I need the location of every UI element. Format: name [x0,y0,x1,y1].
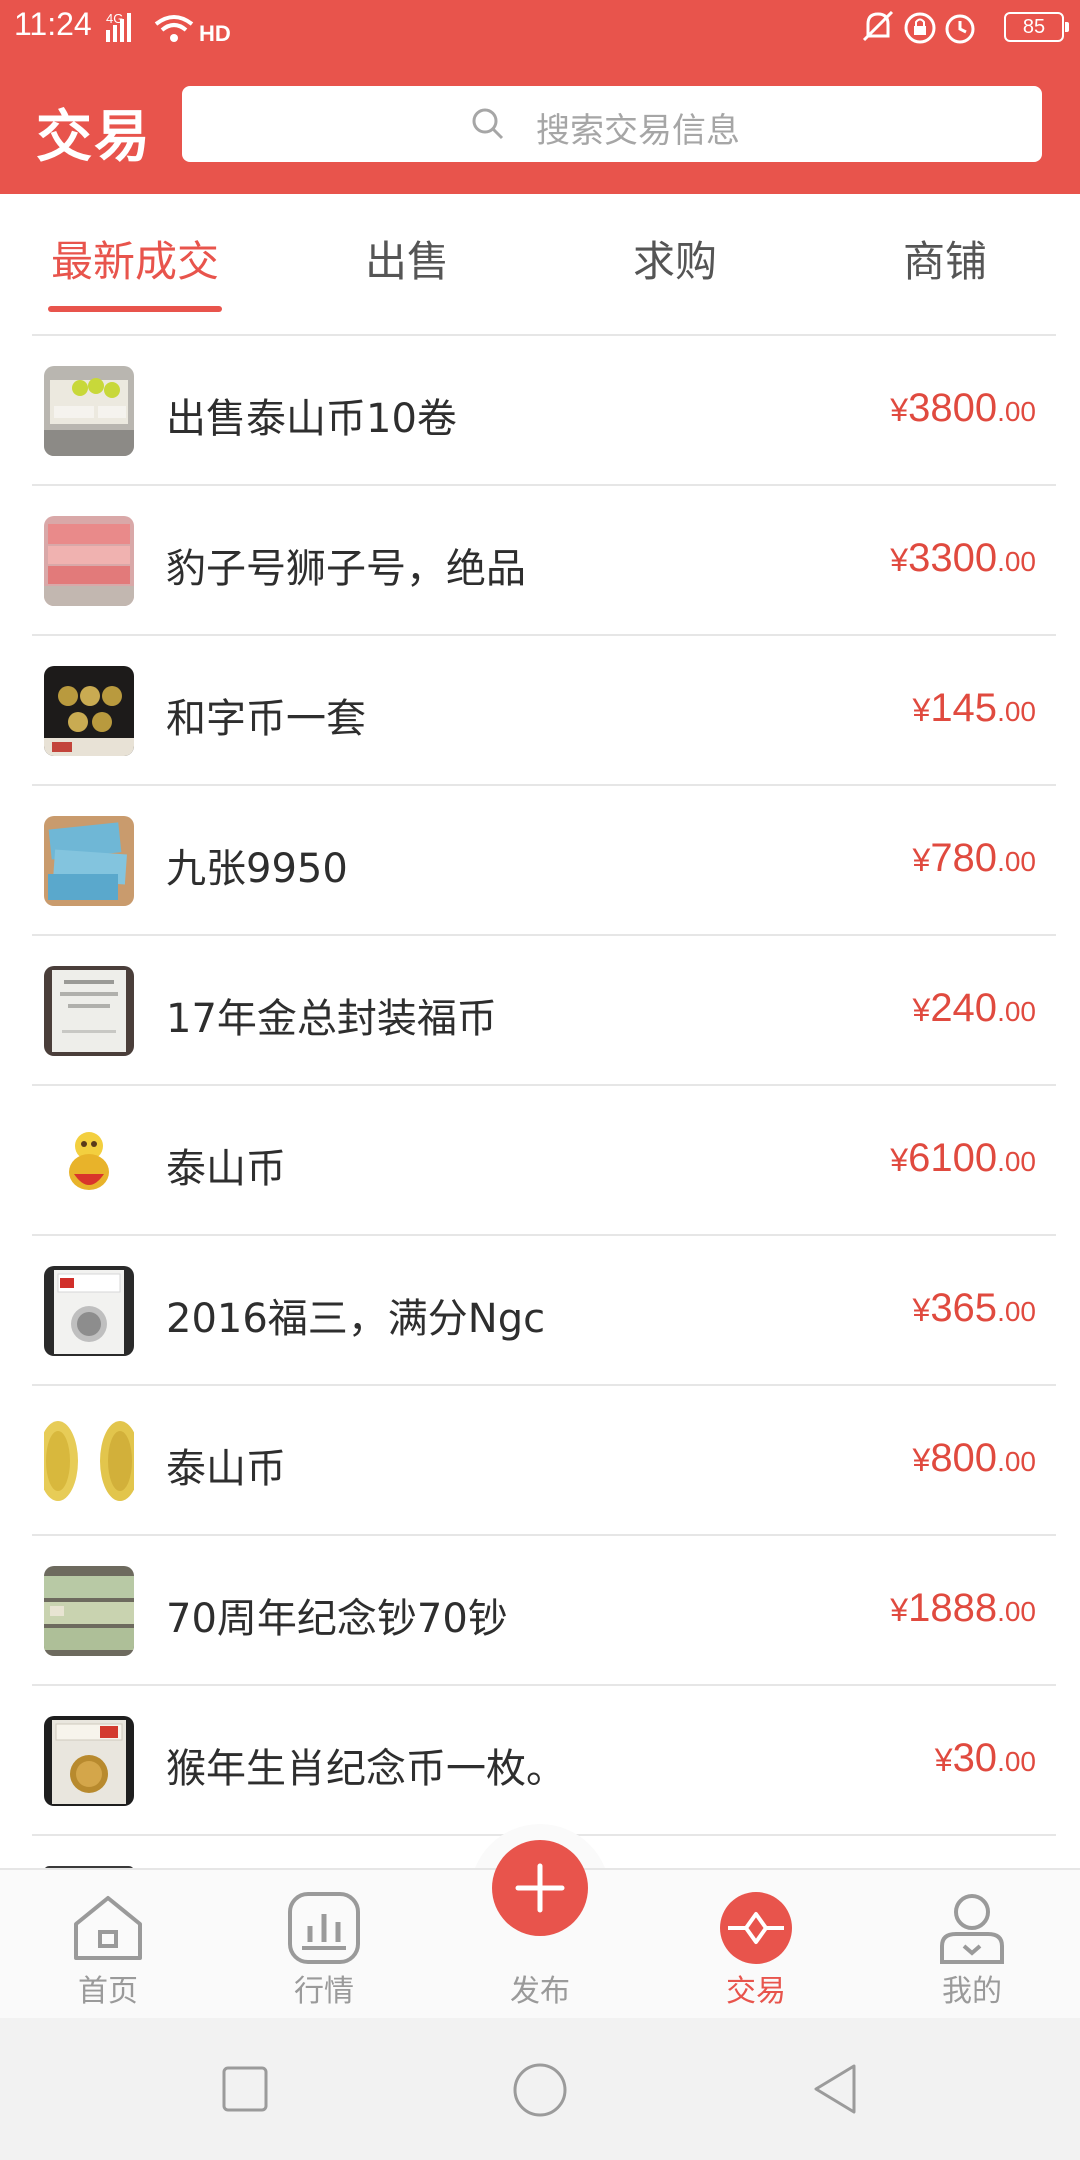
listing-price: ¥3300.00 [890,536,1036,580]
nav-home[interactable]: 首页 [38,1870,178,2020]
home-icon [74,1896,142,1960]
app-header: 11:24 4G HD 85 交易 搜索交易信息 [0,0,1080,194]
listing-title: 豹子号狮子号，绝品 [166,546,526,592]
list-item[interactable]: 泰山币 ¥800.00 [32,1386,1056,1536]
listing-price: ¥780.00 [912,836,1036,880]
list-item[interactable]: 出售泰山币10卷 ¥3800.00 [32,336,1056,486]
listing-thumbnail [44,366,134,456]
search-icon [472,108,504,140]
listing-title: 17年金总封装福币 [166,996,497,1042]
nav-label: 行情 [294,1974,354,2009]
listing-price: ¥240.00 [912,986,1036,1030]
listing-thumbnail [44,1116,134,1206]
list-item[interactable]: 猴年生肖纪念币一枚。 ¥30.00 [32,1686,1056,1836]
listing-thumbnail [44,1716,134,1806]
page-title: 交易 [36,105,152,170]
listing-thumbnail [44,816,134,906]
list-item[interactable]: 九张9950 ¥780.00 [32,786,1056,936]
system-nav-bar [0,2018,1080,2160]
listing-list: 出售泰山币10卷 ¥3800.00 豹子号狮子号，绝品 ¥3300.00 和字币… [32,336,1056,1876]
listing-price: ¥30.00 [934,1736,1036,1780]
tab-buy[interactable]: 求购 [610,228,740,289]
hd-label: HD [199,21,231,46]
chart-icon [288,1892,360,1964]
listing-price: ¥800.00 [912,1436,1036,1480]
recent-apps-button[interactable] [222,2066,268,2112]
status-right-icons [862,10,975,44]
tab-latest-deals[interactable]: 最新成交 [48,228,222,289]
listing-thumbnail [44,1416,134,1506]
listing-price: ¥6100.00 [890,1136,1036,1180]
listing-title: 猴年生肖纪念币一枚。 [166,1746,566,1792]
profile-icon [940,1894,1004,1964]
listing-title: 70周年纪念钞70钞 [166,1596,508,1642]
listing-title: 2016福三，满分Ngc [166,1296,546,1342]
list-item[interactable]: 70周年纪念钞70钞 ¥1888.00 [32,1536,1056,1686]
nav-profile[interactable]: 我的 [902,1870,1042,2020]
listing-title: 出售泰山币10卷 [166,396,457,442]
list-item[interactable]: 豹子号狮子号，绝品 ¥3300.00 [32,486,1056,636]
listing-title: 和字币一套 [166,696,366,742]
tab-sell[interactable]: 出售 [342,228,472,289]
signal-wifi-icons: 4G HD [106,11,231,46]
listing-price: ¥1888.00 [890,1586,1036,1630]
list-item[interactable]: 17年金总封装福币 ¥240.00 [32,936,1056,1086]
list-item[interactable]: 和字币一套 ¥145.00 [32,636,1056,786]
tab-bar: 最新成交 出售 求购 商铺 [0,194,1080,312]
plus-icon [515,1863,565,1913]
nav-label: 我的 [942,1974,1002,2009]
tab-shops[interactable]: 商铺 [880,228,1010,289]
listing-title: 泰山币 [166,1146,286,1192]
status-time: 11:24 [14,6,92,42]
nav-label: 首页 [78,1974,138,2009]
listing-thumbnail [44,516,134,606]
nav-label: 发布 [510,1974,570,2009]
nav-market[interactable]: 行情 [254,1870,394,2020]
listing-thumbnail [44,966,134,1056]
nav-trade[interactable]: 交易 [686,1870,826,2020]
listing-thumbnail [44,1566,134,1656]
publish-button[interactable] [492,1840,588,1936]
list-item[interactable]: 泰山币 ¥6100.00 [32,1086,1056,1236]
battery-indicator: 85 [1004,12,1069,42]
listing-title: 九张9950 [166,846,348,892]
home-button[interactable] [512,2062,568,2118]
nav-label: 交易 [726,1974,786,2009]
back-button[interactable] [810,2062,860,2116]
trade-icon [720,1892,792,1964]
search-placeholder: 搜索交易信息 [536,111,740,151]
listing-price: ¥365.00 [912,1286,1036,1330]
search-input[interactable]: 搜索交易信息 [182,86,1042,162]
status-bar: 11:24 4G HD 85 [0,0,1080,56]
listing-price: ¥3800.00 [890,386,1036,430]
list-item[interactable]: 2016福三，满分Ngc ¥365.00 [32,1236,1056,1386]
listing-title: 泰山币 [166,1446,286,1492]
listing-thumbnail [44,1266,134,1356]
active-tab-indicator [48,306,222,312]
listing-price: ¥145.00 [912,686,1036,730]
listing-thumbnail [44,666,134,756]
